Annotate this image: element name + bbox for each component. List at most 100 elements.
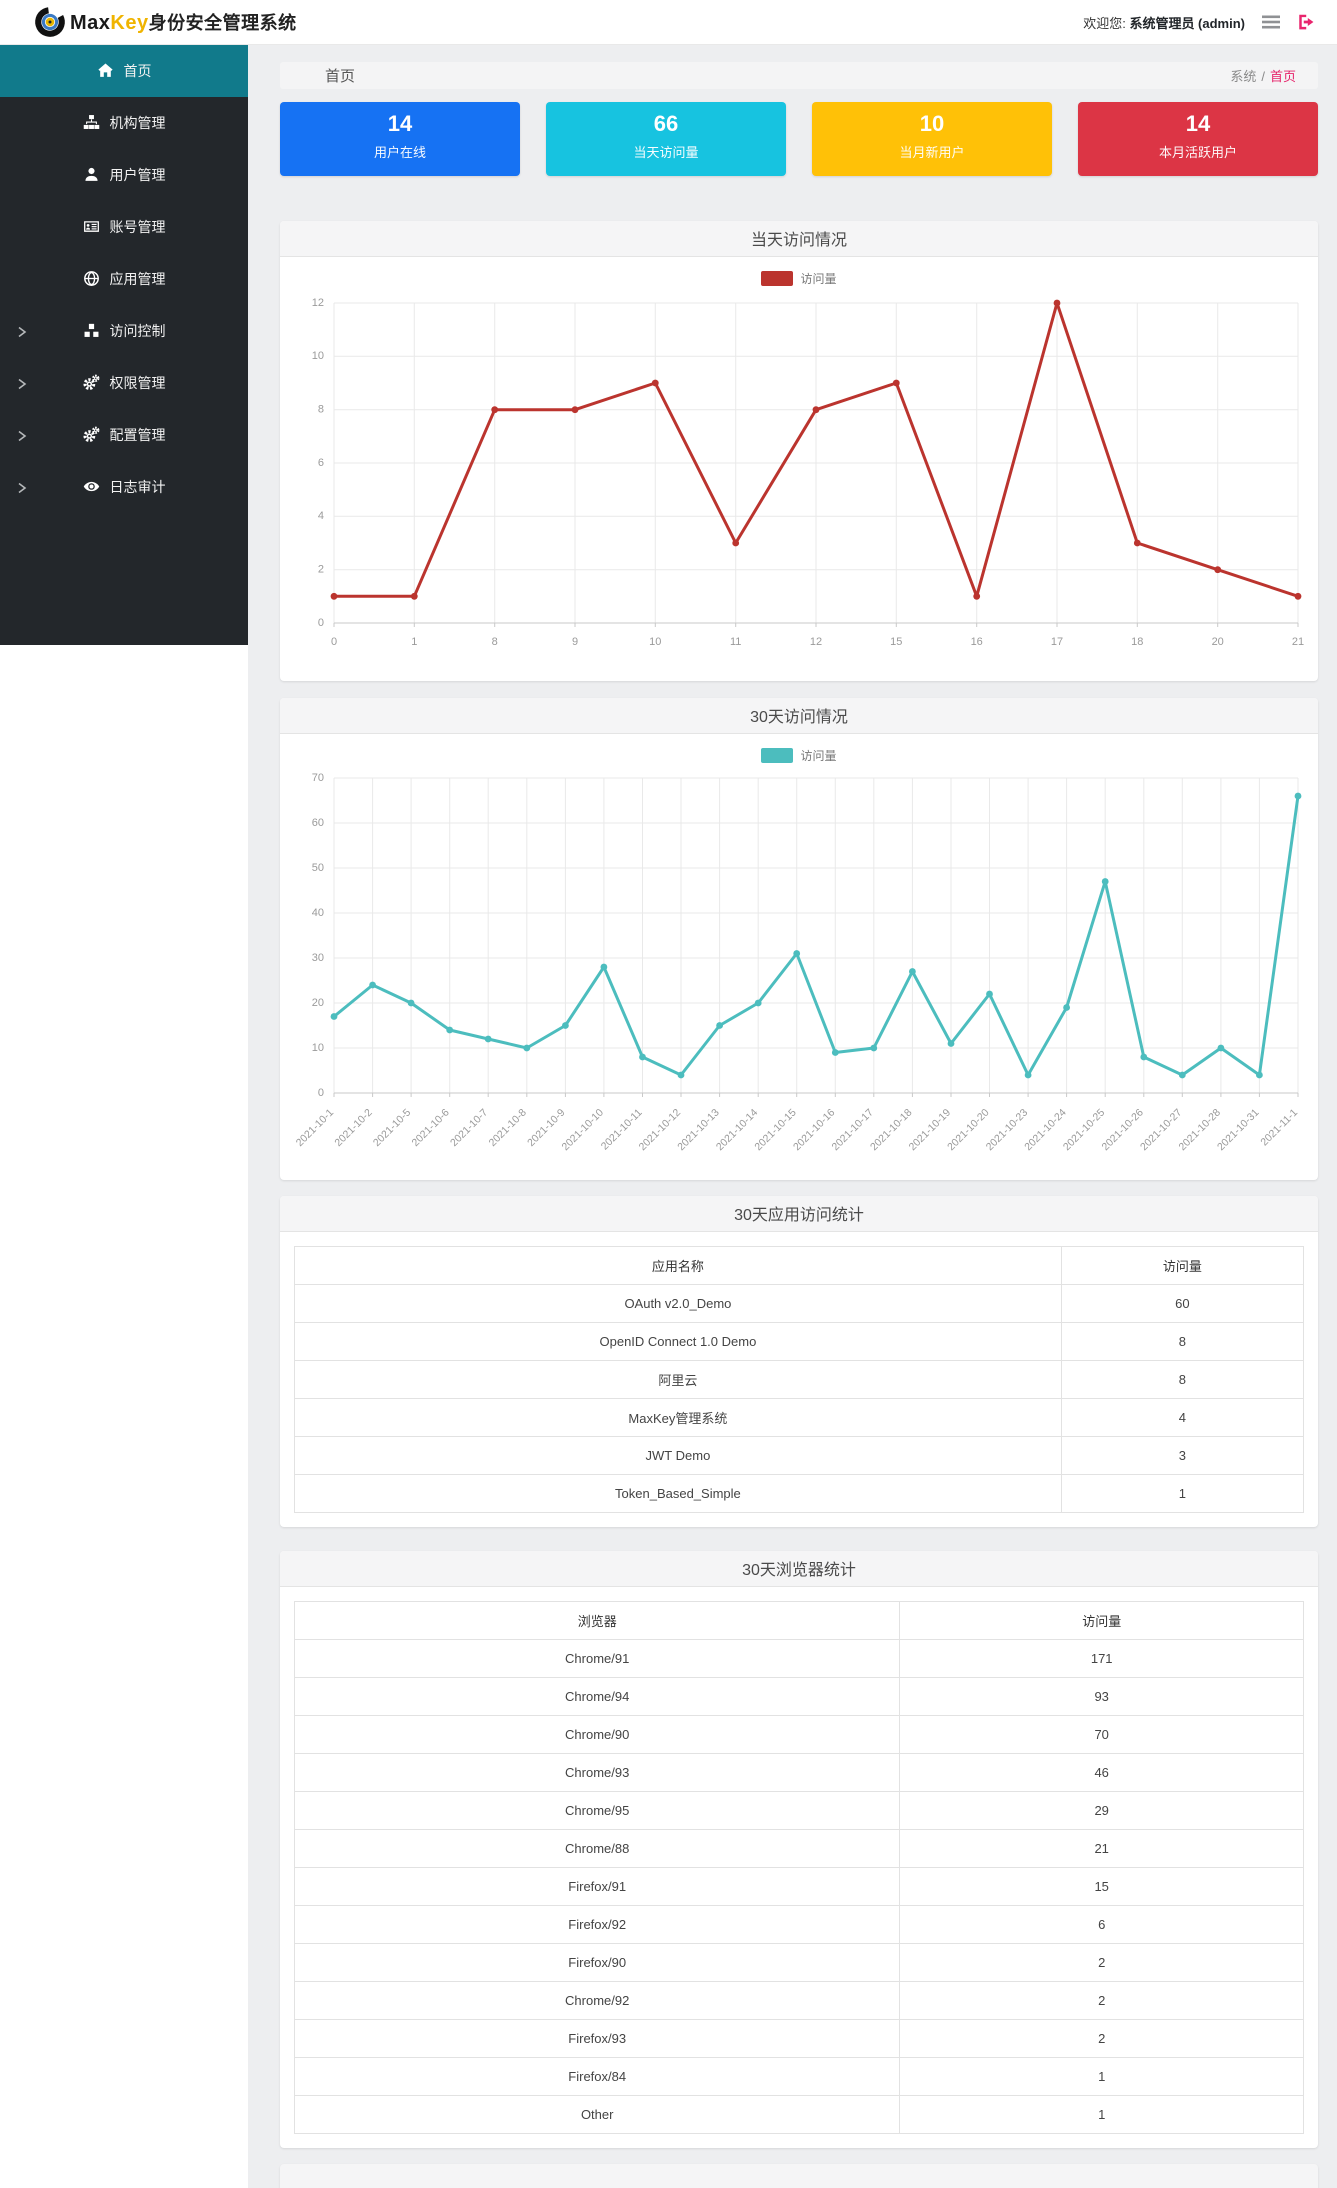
table-cell: 4: [1060, 1397, 1305, 1437]
table-header-cell: 浏览器: [293, 1600, 901, 1640]
data-table: 浏览器 访问量 Chrome/91 171 Chrome/94 93 Chrome/90 70…: [293, 1600, 1304, 2134]
sidebar-item-访问控制[interactable]: 访问控制: [0, 305, 248, 357]
chart-body: 访问量 0 2 4 6 8 10 12 0 1 8 9 10 11 12 15 16 17 18 20 21: [280, 257, 1318, 681]
stat-card-value: 10: [919, 110, 945, 136]
table-header-cell: 访问量: [899, 1600, 1304, 1640]
table-cell: 60: [1060, 1283, 1305, 1323]
svg-text:11: 11: [730, 636, 741, 648]
table-cell: Chrome/92: [293, 1980, 901, 2020]
welcome-text: 欢迎您: 系统管理员 (admin): [1083, 15, 1245, 31]
svg-text:2021-10-1: 2021-10-1: [294, 1106, 336, 1148]
table-row: Chrome/94 93: [293, 1676, 1304, 1716]
svg-text:0: 0: [318, 617, 324, 629]
svg-text:0: 0: [331, 636, 337, 648]
next-panel-header: [280, 2163, 1318, 2188]
table-title: 30天浏览器统计: [280, 1550, 1318, 1587]
svg-text:2021-10-5: 2021-10-5: [371, 1106, 413, 1148]
table-cell: 21: [899, 1828, 1304, 1868]
svg-text:8: 8: [318, 403, 324, 415]
sidebar-item-label: 权限管理: [109, 375, 166, 391]
svg-text:50: 50: [312, 862, 324, 874]
svg-text:30: 30: [312, 952, 324, 964]
table-cell: Chrome/94: [293, 1676, 901, 1716]
home-icon: [97, 62, 115, 80]
legend-swatch: [761, 271, 794, 287]
svg-text:17: 17: [1051, 636, 1063, 648]
sidebar-item-label: 日志审计: [109, 479, 166, 495]
table-cell: 15: [899, 1866, 1304, 1906]
sidebar-item-label: 用户管理: [109, 167, 166, 183]
chart-legend[interactable]: 访问量: [280, 744, 1318, 768]
table-header-row: 应用名称 访问量: [294, 1245, 1305, 1285]
eye-icon: [83, 478, 101, 496]
table-cell: 1: [1060, 1473, 1305, 1513]
table-cell: 阿里云: [294, 1359, 1062, 1399]
table-wrap: 浏览器 访问量 Chrome/91 171 Chrome/94 93 Chrome/90 70…: [280, 1587, 1318, 2148]
svg-text:18: 18: [1131, 636, 1143, 648]
svg-text:1: 1: [411, 636, 417, 648]
table-row: Firefox/92 6: [293, 1904, 1304, 1944]
table-panel: 30天浏览器统计浏览器 访问量 Chrome/91 171 Chrome/94 93 Chr…: [280, 1550, 1318, 2148]
sidebar-item-label: 访问控制: [109, 323, 166, 339]
logout-icon[interactable]: [1297, 13, 1315, 31]
breadcrumb-current[interactable]: 首页: [1270, 69, 1296, 84]
chevron-right-icon: [16, 481, 28, 494]
table-cell: JWT Demo: [294, 1435, 1062, 1475]
svg-text:8: 8: [492, 636, 498, 648]
menu-toggle-icon[interactable]: [1261, 14, 1281, 30]
svg-text:60: 60: [312, 817, 324, 829]
data-table: 应用名称 访问量 OAuth v2.0_Demo 60 OpenID Connect 1…: [294, 1245, 1305, 1513]
sidebar-item-label: 首页: [123, 63, 152, 79]
svg-text:10: 10: [649, 636, 661, 648]
sitemap-icon: [83, 114, 101, 132]
maxkey-logo-icon: [34, 6, 66, 38]
svg-text:40: 40: [312, 907, 324, 919]
globe-icon: [83, 270, 101, 288]
sidebar-item-权限管理[interactable]: 权限管理: [0, 357, 248, 409]
main-content: 首页 系统 / 首页 14 用户在线 66 当天访问量 10 当月新用户 14 本月活跃用户 当天…: [248, 45, 1337, 2188]
table-cell: OpenID Connect 1.0 Demo: [294, 1321, 1062, 1361]
page-title: 首页: [325, 67, 356, 85]
table-title: 30天应用访问统计: [280, 1195, 1318, 1232]
sidebar-item-配置管理[interactable]: 配置管理: [0, 409, 248, 461]
table-header-row: 浏览器 访问量: [293, 1600, 1304, 1640]
table-cell: 8: [1060, 1321, 1305, 1361]
sidebar-item-label: 账号管理: [109, 219, 166, 235]
logo-link[interactable]: MaxKey身份安全管理系统: [34, 6, 297, 38]
stat-card-label: 当天访问量: [633, 144, 699, 160]
svg-text:2021-10-7: 2021-10-7: [448, 1106, 490, 1148]
stat-card-label: 用户在线: [373, 144, 426, 160]
legend-label: 访问量: [800, 272, 837, 287]
cogs-icon: [82, 374, 101, 392]
svg-text:2021-10-10: 2021-10-10: [560, 1106, 607, 1153]
table-cell: Chrome/91: [293, 1638, 901, 1678]
sidebar-item-机构管理[interactable]: 机构管理: [0, 97, 248, 149]
sidebar: 首页机构管理用户管理账号管理应用管理访问控制权限管理配置管理日志审计: [0, 45, 248, 645]
table-cell: Other: [293, 2094, 901, 2134]
table-row: JWT Demo 3: [294, 1435, 1305, 1475]
svg-text:2021-10-8: 2021-10-8: [487, 1106, 529, 1148]
chart-legend[interactable]: 访问量: [280, 267, 1318, 291]
chart-title: 30天访问情况: [280, 697, 1318, 734]
table-cell: Firefox/91: [293, 1866, 901, 1906]
table-row: Firefox/91 15: [293, 1866, 1304, 1906]
table-cell: 2: [899, 1942, 1304, 1982]
table-cell: 3: [1060, 1435, 1305, 1475]
sidebar-item-日志审计[interactable]: 日志审计: [0, 461, 248, 513]
sidebar-item-账号管理[interactable]: 账号管理: [0, 201, 248, 253]
stat-card: 66 当天访问量: [546, 101, 786, 176]
table-row: Chrome/93 46: [293, 1752, 1304, 1792]
table-cell: 70: [899, 1714, 1304, 1754]
table-row: Chrome/90 70: [293, 1714, 1304, 1754]
sidebar-item-首页[interactable]: 首页: [0, 45, 248, 97]
sidebar-item-应用管理[interactable]: 应用管理: [0, 253, 248, 305]
svg-text:70: 70: [312, 772, 324, 784]
table-cell: Chrome/88: [293, 1828, 901, 1868]
chart-plot: 0 10 20 30 40 50 60 70 2021-10-1 2021-10-2 2021-10…: [280, 768, 1318, 1170]
stat-cards-row: 14 用户在线 66 当天访问量 10 当月新用户 14 本月活跃用户: [280, 101, 1318, 176]
table-row: 阿里云 8: [294, 1359, 1305, 1399]
table-cell: Firefox/92: [293, 1904, 901, 1944]
breadcrumb-root: 系统: [1230, 68, 1257, 84]
table-row: Firefox/90 2: [293, 1942, 1304, 1982]
sidebar-item-用户管理[interactable]: 用户管理: [0, 149, 248, 201]
